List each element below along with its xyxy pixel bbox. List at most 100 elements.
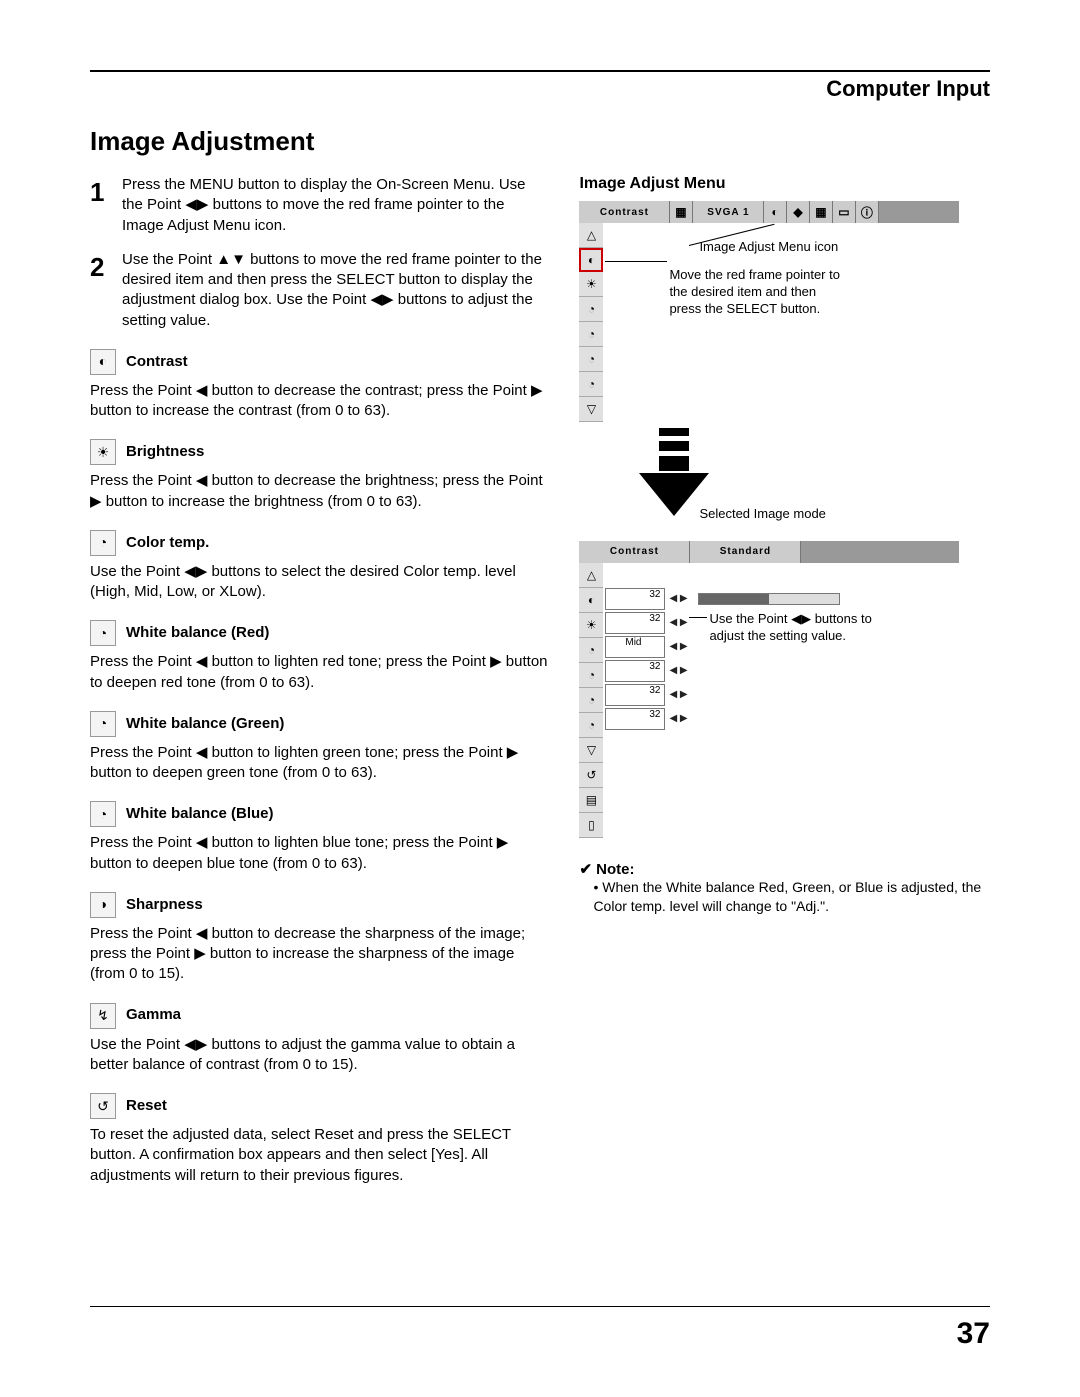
right-heading: Image Adjust Menu [579, 175, 990, 193]
menu-illustration-dialog: Contrast Standard △ ◐ ☀ ◔ ◔ ◔ ◔ ▽ ↺ ▤ [579, 541, 959, 838]
colortemp-row-icon: ◔ [579, 638, 603, 663]
step-1: 1 Press the MENU button to display the O… [90, 175, 549, 236]
topbar-icon: ◆ [787, 201, 810, 223]
lr-arrows-icon: ◀ ▶ [665, 617, 691, 628]
scroll-up-icon: △ [579, 563, 603, 588]
callout-pointer: Move the red frame pointer to the desire… [669, 267, 849, 318]
colortemp-row-icon: ◔ [579, 297, 603, 322]
value-cell: 32 [605, 588, 665, 610]
lr-arrows-icon: ◀ ▶ [665, 593, 691, 604]
wb-green-row-icon: ◔ [579, 347, 603, 372]
dialog-topbar: Contrast Standard [579, 541, 959, 563]
page-title: Image Adjustment [90, 126, 990, 157]
param-title: Color temp. [126, 533, 209, 553]
step-number: 1 [90, 175, 110, 236]
param-desc: Use the Point ◀▶ buttons to adjust the g… [90, 1035, 549, 1076]
value-row: 32 ◀ ▶ [603, 707, 839, 731]
param-gamma: ↯ Gamma [90, 1003, 549, 1029]
step-text: Press the MENU button to display the On-… [122, 175, 549, 236]
gamma-icon: ↯ [90, 1003, 116, 1029]
param-contrast: ◐ Contrast [90, 349, 549, 375]
topbar-icon: ▦ [670, 201, 693, 223]
dialog-mode: Standard [690, 541, 801, 563]
contrast-row-icon: ◐ [579, 588, 603, 613]
note-heading: ✔ Note: [579, 860, 990, 878]
brightness-row-icon: ☀ [579, 272, 603, 297]
slider [698, 593, 840, 605]
instructions-column: 1 Press the MENU button to display the O… [90, 175, 549, 1190]
param-colortemp: ◔ Color temp. [90, 530, 549, 556]
lr-arrows-icon: ◀ ▶ [665, 665, 691, 676]
wb-red-row-icon: ◔ [579, 663, 603, 688]
param-desc: Press the Point ◀ button to decrease the… [90, 924, 549, 985]
topbar-mode: SVGA 1 [693, 201, 764, 223]
param-title: White balance (Red) [126, 623, 269, 643]
scroll-down-icon: ▽ [579, 397, 603, 422]
lr-arrows-icon: ◀ ▶ [665, 689, 691, 700]
step-number: 2 [90, 250, 110, 331]
param-sharpness: ◑ Sharpness [90, 892, 549, 918]
param-wb-red: ◔ White balance (Red) [90, 620, 549, 646]
scroll-up-icon: △ [579, 223, 603, 248]
dialog-label: Contrast [579, 541, 690, 563]
param-desc: Press the Point ◀ button to lighten gree… [90, 743, 549, 784]
topbar-icon: ⓘ [856, 201, 879, 223]
store-row-icon: ▤ [579, 788, 603, 813]
contrast-icon: ◐ [90, 349, 116, 375]
param-wb-green: ◔ White balance (Green) [90, 711, 549, 737]
value-row: 32 ◀ ▶ [603, 659, 839, 683]
quit-row-icon: ▯ [579, 813, 603, 838]
param-title: Contrast [126, 352, 188, 372]
param-title: Brightness [126, 442, 204, 462]
topbar-label: Contrast [579, 201, 670, 223]
value-cell: 32 [605, 684, 665, 706]
contrast-row-icon: ◐ [579, 248, 603, 272]
param-desc: Press the Point ◀ button to decrease the… [90, 381, 549, 422]
wb-red-icon: ◔ [90, 620, 116, 646]
param-desc: To reset the adjusted data, select Reset… [90, 1125, 549, 1186]
value-cell: Mid [605, 636, 665, 658]
param-desc: Use the Point ◀▶ buttons to select the d… [90, 562, 549, 603]
down-arrow-icon [629, 428, 990, 518]
topbar-icon: ◐ [764, 201, 787, 223]
param-title: White balance (Green) [126, 714, 284, 734]
wb-green-row-icon: ◔ [579, 688, 603, 713]
param-brightness: ☀ Brightness [90, 439, 549, 465]
colortemp-icon: ◔ [90, 530, 116, 556]
illustration-column: Image Adjust Menu Contrast ▦ SVGA 1 ◐ ◆ … [579, 175, 990, 1190]
param-title: White balance (Blue) [126, 804, 274, 824]
wb-blue-row-icon: ◔ [579, 713, 603, 738]
value-cell: 32 [605, 708, 665, 730]
param-title: Sharpness [126, 895, 203, 915]
callout-menu-icon: Image Adjust Menu icon [699, 239, 838, 256]
reset-row-icon: ↺ [579, 763, 603, 788]
param-title: Reset [126, 1096, 167, 1116]
topbar-icon: ▦ [810, 201, 833, 223]
callout-selected-mode: Selected Image mode [699, 506, 1080, 523]
param-title: Gamma [126, 1005, 181, 1025]
wb-green-icon: ◔ [90, 711, 116, 737]
param-reset: ↺ Reset [90, 1093, 549, 1119]
callout-adjust: Use the Point ◀▶ buttons to adjust the s… [709, 611, 909, 645]
value-cell: 32 [605, 660, 665, 682]
dialog-values: 32 ◀ ▶ 32 ◀ ▶ Mid ◀ ▶ 3 [603, 563, 839, 838]
wb-blue-icon: ◔ [90, 801, 116, 827]
param-desc: Press the Point ◀ button to decrease the… [90, 471, 549, 512]
menu-topbar: Contrast ▦ SVGA 1 ◐ ◆ ▦ ▭ ⓘ [579, 201, 959, 223]
reset-icon: ↺ [90, 1093, 116, 1119]
brightness-row-icon: ☀ [579, 613, 603, 638]
wb-red-row-icon: ◔ [579, 322, 603, 347]
menu-icon-strip: △ ◐ ☀ ◔ ◔ ◔ ◔ ▽ [579, 223, 603, 422]
lr-arrows-icon: ◀ ▶ [665, 641, 691, 652]
wb-blue-row-icon: ◔ [579, 372, 603, 397]
step-text: Use the Point ▲▼ buttons to move the red… [122, 250, 549, 331]
page-number: 37 [957, 1317, 990, 1351]
lr-arrows-icon: ◀ ▶ [665, 713, 691, 724]
section-header: Computer Input [826, 76, 990, 102]
param-desc: Press the Point ◀ button to lighten red … [90, 652, 549, 693]
topbar-icon: ▭ [833, 201, 856, 223]
menu-illustration-top: Contrast ▦ SVGA 1 ◐ ◆ ▦ ▭ ⓘ △ ◐ ☀ ◔ ◔ ◔ … [579, 201, 959, 422]
sharpness-icon: ◑ [90, 892, 116, 918]
dialog-icon-strip: △ ◐ ☀ ◔ ◔ ◔ ◔ ▽ ↺ ▤ ▯ [579, 563, 603, 838]
value-row: 32 ◀ ▶ [603, 683, 839, 707]
